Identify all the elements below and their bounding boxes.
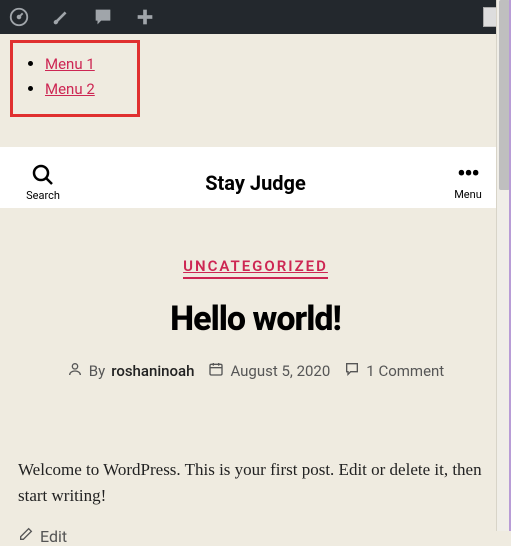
spacer (0, 127, 511, 147)
edit-link[interactable]: Edit (0, 526, 511, 546)
comment-icon (344, 361, 360, 381)
post-title: Hello world! (16, 299, 495, 339)
comments-count: 1 Comment (366, 362, 444, 380)
dashboard-icon[interactable] (8, 6, 30, 28)
post-meta: By roshaninoah August 5, 2020 1 Comment (16, 361, 495, 381)
brush-icon[interactable] (50, 6, 72, 28)
site-title[interactable]: Stay Judge (205, 171, 306, 195)
post-body: Welcome to WordPress. This is your first… (0, 457, 511, 508)
calendar-icon (208, 361, 224, 381)
author-name: roshaninoah (111, 362, 194, 380)
person-icon (67, 361, 83, 381)
list-item: Menu 2 (45, 79, 127, 98)
date-meta: August 5, 2020 (208, 361, 330, 381)
search-icon (31, 163, 55, 187)
post-header: UNCATEGORIZED Hello world! By roshaninoa… (0, 208, 511, 401)
site-header: Search Stay Judge ••• Menu (0, 147, 511, 208)
ellipsis-icon: ••• (457, 164, 478, 186)
comments-meta[interactable]: 1 Comment (344, 361, 444, 381)
menu-link-2[interactable]: Menu 2 (45, 80, 95, 98)
admin-bar-left (8, 6, 156, 28)
author-meta[interactable]: By roshaninoah (67, 361, 195, 381)
menu-link-1[interactable]: Menu 1 (45, 55, 95, 73)
post-date: August 5, 2020 (230, 362, 330, 380)
menu-label: Menu (454, 188, 482, 201)
comment-icon[interactable] (92, 6, 114, 28)
edit-label: Edit (40, 527, 67, 546)
search-label: Search (26, 189, 60, 202)
by-label: By (89, 362, 105, 380)
menu-list: Menu 1 Menu 2 (23, 54, 127, 98)
category-link[interactable]: UNCATEGORIZED (183, 257, 328, 279)
admin-bar (0, 0, 511, 34)
list-item: Menu 1 (45, 54, 127, 73)
menu-toggle[interactable]: ••• Menu (443, 164, 493, 201)
plus-icon[interactable] (134, 6, 156, 28)
highlighted-menu-box: Menu 1 Menu 2 (10, 40, 140, 117)
search-toggle[interactable]: Search (18, 163, 68, 202)
edit-icon (18, 526, 34, 546)
